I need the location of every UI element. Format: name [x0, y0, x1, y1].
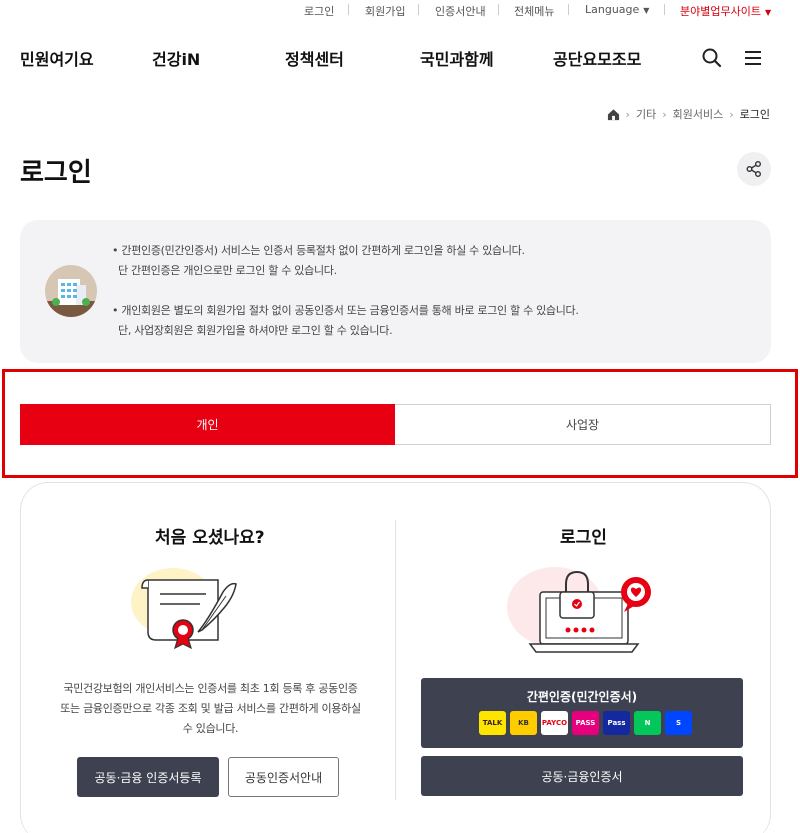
- kb-icon: KB: [510, 711, 537, 735]
- field-sites-select[interactable]: 분야별업무사이트 ▼: [680, 3, 771, 19]
- building-icon: [45, 265, 97, 317]
- share-button[interactable]: [737, 152, 771, 186]
- chevron-right-icon: ›: [729, 107, 734, 121]
- shinhan-icon: S: [665, 711, 692, 735]
- first-visit-description: 국민건강보험의 개인서비스는 인증서를 최초 1회 등록 후 공동인증 또는 금…: [48, 679, 373, 739]
- member-type-tabs: 개인 사업장: [20, 404, 771, 445]
- home-icon[interactable]: [607, 108, 620, 121]
- nav-item-minwon[interactable]: 민원여기요: [20, 46, 94, 70]
- chevron-right-icon: ›: [625, 107, 630, 121]
- share-icon: [746, 161, 761, 177]
- pass-icon: PASS: [572, 711, 599, 735]
- nav-item-health-in[interactable]: 건강iN: [152, 46, 200, 70]
- menu-icon[interactable]: [741, 46, 765, 70]
- register-cert-button[interactable]: 공동·금융 인증서등록: [77, 757, 219, 797]
- language-select[interactable]: Language ▼: [585, 3, 649, 16]
- nav-item-about[interactable]: 공단요모조모: [553, 46, 641, 70]
- field-sites-label: 분야별업무사이트: [680, 5, 761, 18]
- divider: [664, 4, 665, 15]
- caret-down-icon: ▼: [643, 6, 650, 15]
- tab-personal[interactable]: 개인: [20, 404, 395, 445]
- simple-auth-label: 간편인증(민간인증서): [526, 690, 638, 704]
- divider: [568, 4, 569, 15]
- utility-bar: 로그인 회원가입 인증서안내 전체메뉴 Language ▼ 분야별업무사이트 ▼: [0, 0, 800, 20]
- naver-icon: N: [634, 711, 661, 735]
- notice-line: • 개인회원은 별도의 회원가입 절차 없이 공동인증서 또는 금융인증서를 통…: [112, 304, 579, 317]
- joint-financial-cert-button[interactable]: 공동·금융인증서: [421, 756, 743, 796]
- cert-guide-button[interactable]: 공동인증서안내: [228, 757, 339, 797]
- description-line: 국민건강보험의 개인서비스는 인증서를 최초 1회 등록 후 공동인증: [63, 682, 358, 695]
- login-title: 로그인: [560, 528, 607, 548]
- description-line: 또는 금융인증만으로 각종 조회 및 발급 서비스를 간편하게 이용하실: [60, 702, 361, 715]
- laptop-lock-illustration: [500, 562, 660, 657]
- divider: [348, 4, 349, 15]
- simple-auth-button[interactable]: 간편인증(민간인증서) TALK KB PAYCO PASS Pass N S: [421, 678, 743, 748]
- samsung-pass-icon: Pass: [603, 711, 630, 735]
- util-login-link[interactable]: 로그인: [304, 3, 334, 19]
- notice-line: 단 간편인증은 개인으로만 로그인 할 수 있습니다.: [118, 264, 337, 277]
- breadcrumb: › 기타 › 회원서비스 › 로그인: [607, 106, 770, 122]
- tab-business[interactable]: 사업장: [395, 404, 771, 445]
- nav-item-with-people[interactable]: 국민과함께: [420, 46, 494, 70]
- kakao-talk-icon: TALK: [479, 711, 506, 735]
- provider-badges: TALK KB PAYCO PASS Pass N S: [479, 711, 692, 735]
- breadcrumb-current: 로그인: [739, 108, 770, 121]
- util-cert-guide-link[interactable]: 인증서안내: [435, 3, 486, 19]
- nav-item-policy-center[interactable]: 정책센터: [285, 46, 344, 70]
- util-signup-link[interactable]: 회원가입: [365, 3, 405, 19]
- certificate-illustration: [128, 562, 258, 652]
- util-sitemap-link[interactable]: 전체메뉴: [514, 3, 554, 19]
- column-divider: [395, 520, 396, 800]
- divider: [498, 4, 499, 15]
- main-nav: 민원여기요 건강iN 정책센터 국민과함께 공단요모조모: [0, 44, 800, 74]
- caret-down-icon: ▼: [764, 8, 772, 17]
- notice-line: 단, 사업장회원은 회원가입을 하셔야만 로그인 할 수 있습니다.: [118, 324, 393, 337]
- language-label: Language: [585, 3, 640, 16]
- breadcrumb-item[interactable]: 회원서비스: [673, 106, 724, 122]
- first-visit-title: 처음 오셨나요?: [155, 528, 265, 548]
- chevron-right-icon: ›: [662, 107, 667, 121]
- description-line: 수 있습니다.: [182, 722, 239, 735]
- notice-line: • 간편인증(민간인증서) 서비스는 인증서 등록절차 없이 간편하게 로그인을…: [112, 244, 525, 257]
- breadcrumb-item[interactable]: 기타: [636, 106, 656, 122]
- page-title: 로그인: [20, 158, 92, 188]
- search-icon[interactable]: [700, 46, 724, 70]
- payco-icon: PAYCO: [541, 711, 568, 735]
- notice-box: • 간편인증(민간인증서) 서비스는 인증서 등록절차 없이 간편하게 로그인을…: [20, 220, 771, 363]
- divider: [418, 4, 419, 15]
